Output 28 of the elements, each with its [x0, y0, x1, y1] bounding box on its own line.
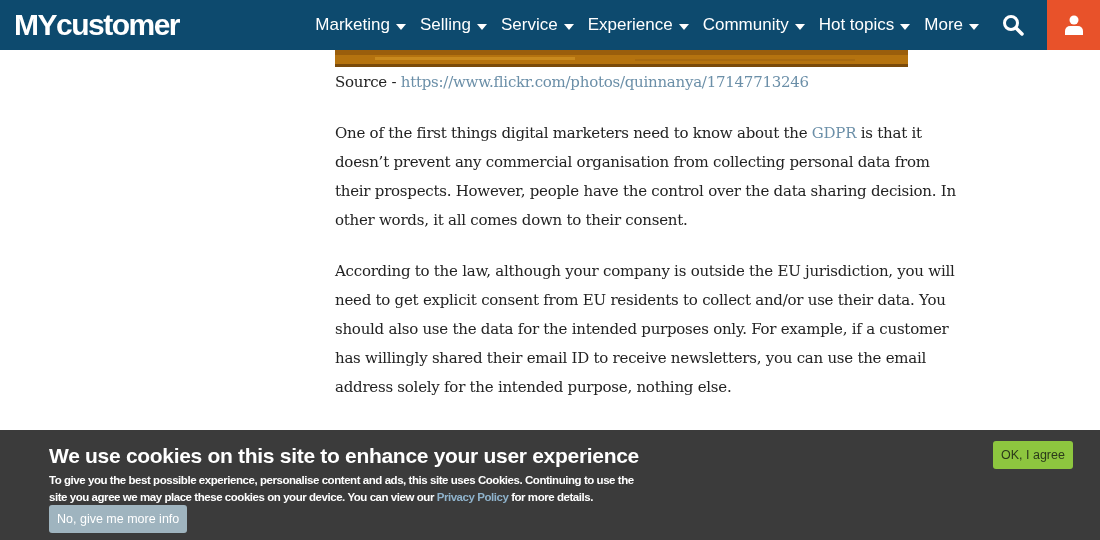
caret-icon [900, 24, 911, 30]
gdpr-link[interactable]: GDPR [811, 124, 857, 142]
user-icon [1064, 15, 1083, 35]
caret-icon [563, 24, 574, 30]
source-link[interactable]: https://www.flickr.com/photos/quinnanya/17147713246 [400, 73, 809, 91]
search-icon [1002, 14, 1024, 36]
site-logo[interactable]: MYcustomer [14, 10, 180, 40]
nav-menu-item[interactable]: Selling [419, 12, 487, 38]
source-label: Source - [335, 73, 397, 91]
nav-menu-item[interactable]: Marketing [315, 12, 406, 38]
article-paragraph: One of the first things digital marketers need to know about the GDPR is that it doesn’t prevent any commercial organisation from collecting personal data from their prospects. However, people have the control over the data sharing decision. In other words, it all comes down to their consent. [335, 123, 957, 231]
privacy-policy-link[interactable]: Privacy Policy [436, 491, 509, 503]
article-paragraph: According to the law, although your company is outside the EU jurisdiction, you will need to get explicit consent from EU residents to collect and/or use their data. You should also use the data for the intended purposes only. For example, if a customer has willingly shared their email ID to receive newsletters, you can use the email address solely for the intended purpose, nothing else. [335, 261, 956, 398]
cookie-title: We use cookies on this site to enhance your user experience [49, 443, 639, 469]
caret-icon [476, 24, 487, 30]
caret-icon [678, 24, 689, 30]
accept-button[interactable]: OK, I agree [993, 441, 1073, 469]
nav-menu-item[interactable]: Service [500, 12, 574, 38]
caret-icon [794, 24, 805, 30]
caret-icon [969, 24, 979, 30]
nav-menu-item[interactable]: More [924, 12, 979, 38]
nav-menu-item[interactable]: Experience [587, 12, 689, 38]
nav-menu-item[interactable]: Hot topics [818, 12, 911, 38]
cookie-message: To give you the best possible experience, personalise content and ads, this site uses Cookies. Continuing to use the site you agree we may place these cookies on your device. You can view our Privacy Policy for more details. [49, 473, 635, 505]
nav-menu-item[interactable]: Community [702, 12, 805, 38]
account-button[interactable] [1047, 0, 1100, 50]
caret-icon [395, 24, 406, 30]
search-button[interactable] [1001, 13, 1025, 37]
